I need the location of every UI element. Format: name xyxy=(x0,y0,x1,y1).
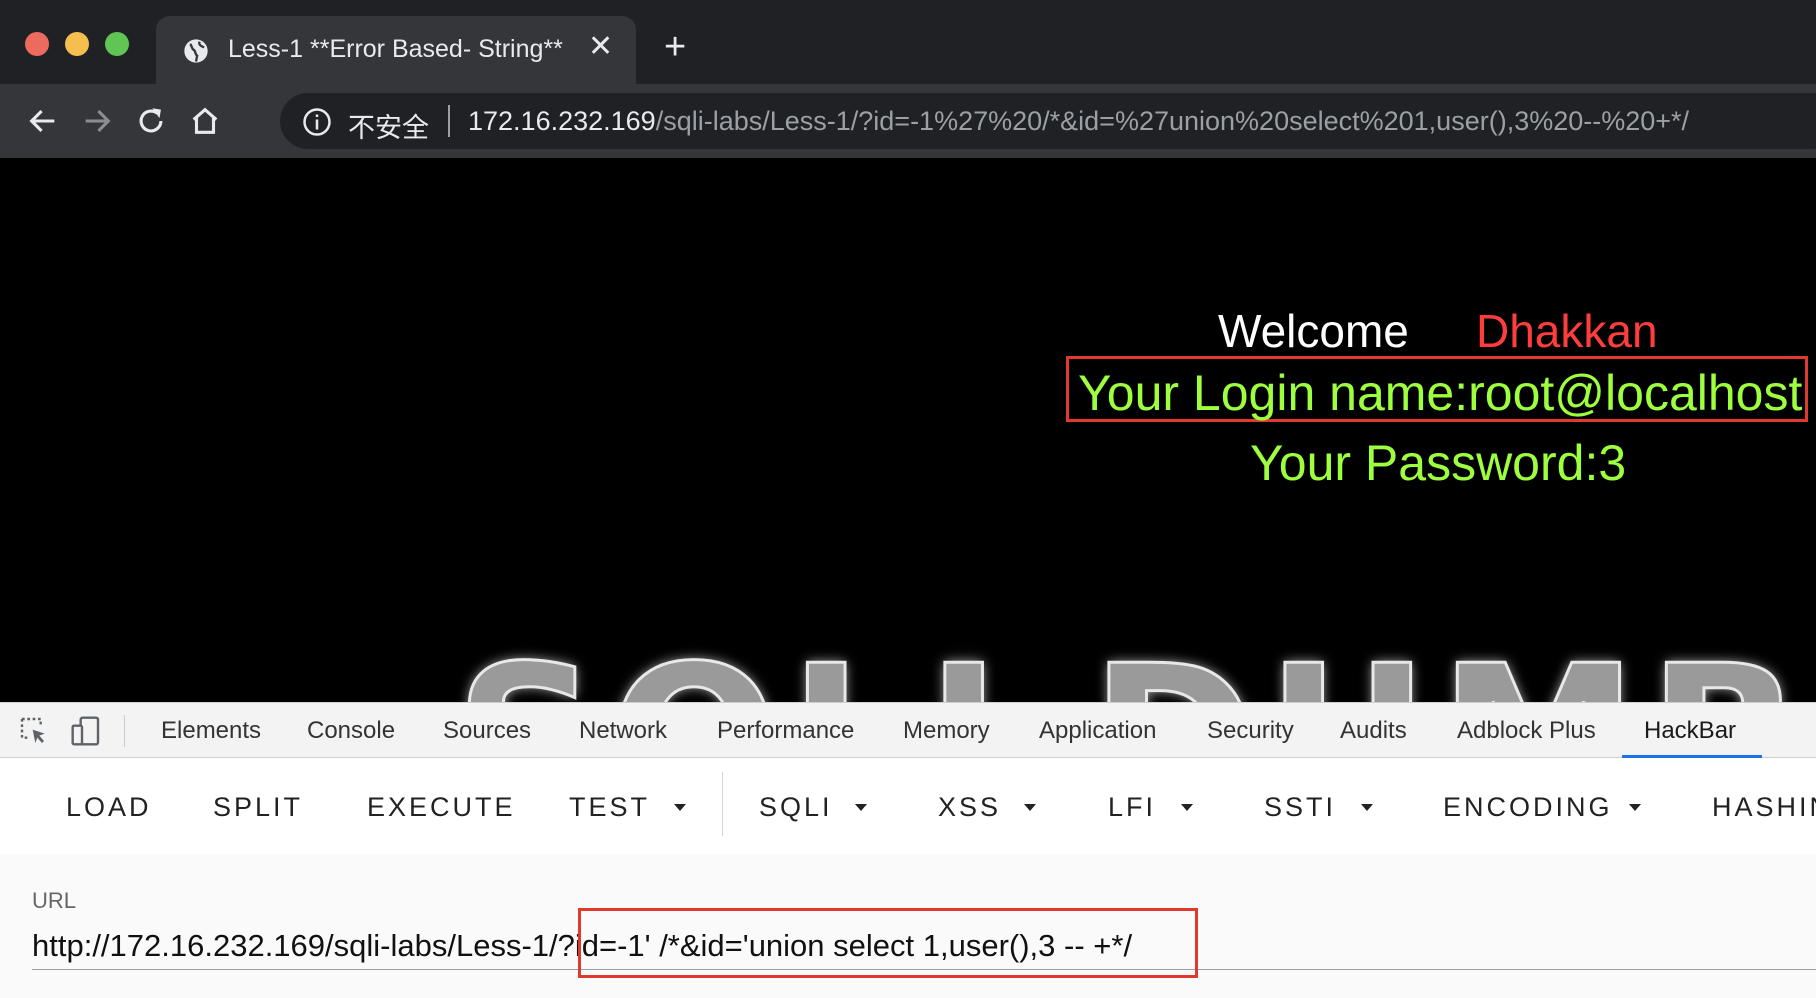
tab-title: Less-1 **Error Based- String** xyxy=(228,35,563,63)
tab-network[interactable]: Network xyxy=(579,717,667,745)
execute-button[interactable]: EXECUTE xyxy=(367,792,516,823)
test-dropdown-icon[interactable] xyxy=(674,804,686,811)
devtools-tabbar: Elements Console Sources Network Perform… xyxy=(0,702,1816,758)
load-button[interactable]: LOAD xyxy=(66,792,152,823)
banner-logo: SQLI DUMB SE xyxy=(454,622,1816,703)
close-tab-icon[interactable]: ✕ xyxy=(588,32,613,62)
forward-icon[interactable] xyxy=(80,104,114,138)
url-path: /sqli-labs/Less-1/?id=-1%27%20/*&id=%27u… xyxy=(655,106,1690,136)
tab-hackbar[interactable]: HackBar xyxy=(1644,717,1736,745)
tab-strip: Less-1 **Error Based- String** ✕ + xyxy=(0,0,1816,84)
tab-performance[interactable]: Performance xyxy=(717,717,854,745)
omnibox-divider xyxy=(448,105,450,137)
tab-application[interactable]: Application xyxy=(1039,717,1156,745)
home-icon[interactable] xyxy=(188,104,222,138)
welcome-name: Dhakkan xyxy=(1476,305,1658,357)
ssti-dropdown-icon[interactable] xyxy=(1361,804,1373,811)
encoding-button[interactable]: ENCODING xyxy=(1443,792,1613,823)
browser-toolbar: 不安全 172.16.232.169/sqli-labs/Less-1/?id=… xyxy=(0,84,1816,158)
tab-console[interactable]: Console xyxy=(307,717,395,745)
hashing-button[interactable]: HASHIN xyxy=(1712,792,1816,823)
hackbar-toolbar: LOAD SPLIT EXECUTE TEST SQLI XSS LFI SST… xyxy=(0,758,1816,854)
sqli-button[interactable]: SQLI xyxy=(759,792,833,823)
minimize-window-button[interactable] xyxy=(65,32,89,56)
info-icon[interactable] xyxy=(302,107,332,137)
hackbar-url-panel: URL http://172.16.232.169/sqli-labs/Less… xyxy=(0,854,1816,998)
new-tab-icon[interactable]: + xyxy=(664,28,686,66)
globe-icon xyxy=(184,39,208,63)
tab-elements[interactable]: Elements xyxy=(161,717,261,745)
welcome-text: Welcome xyxy=(1218,305,1409,357)
close-window-button[interactable] xyxy=(25,32,49,56)
address-bar[interactable]: 不安全 172.16.232.169/sqli-labs/Less-1/?id=… xyxy=(280,93,1816,149)
test-button[interactable]: TEST xyxy=(569,792,650,823)
device-toolbar-icon[interactable] xyxy=(70,715,102,747)
not-secure-label: 不安全 xyxy=(348,113,429,143)
page-content: Welcome Dhakkan Your Login name:root@loc… xyxy=(0,158,1816,702)
hackbar-divider xyxy=(722,772,723,836)
zoom-window-button[interactable] xyxy=(105,32,129,56)
login-name-text: Your Login name:root@localhost xyxy=(1078,365,1803,421)
url-host: 172.16.232.169 xyxy=(468,106,656,136)
browser-tab[interactable]: Less-1 **Error Based- String** ✕ xyxy=(156,16,636,84)
address-url[interactable]: 172.16.232.169/sqli-labs/Less-1/?id=-1%2… xyxy=(468,106,1689,137)
devtools-separator xyxy=(124,715,125,747)
back-icon[interactable] xyxy=(26,104,60,138)
encoding-dropdown-icon[interactable] xyxy=(1629,804,1641,811)
payload-highlight-box xyxy=(578,908,1198,978)
xss-button[interactable]: XSS xyxy=(938,792,1001,823)
inspect-element-icon[interactable] xyxy=(18,715,50,747)
tab-sources[interactable]: Sources xyxy=(443,717,531,745)
tab-memory[interactable]: Memory xyxy=(903,717,990,745)
tab-audits[interactable]: Audits xyxy=(1340,717,1407,745)
lfi-button[interactable]: LFI xyxy=(1108,792,1156,823)
xss-dropdown-icon[interactable] xyxy=(1024,804,1036,811)
ssti-button[interactable]: SSTI xyxy=(1264,792,1336,823)
lfi-dropdown-icon[interactable] xyxy=(1181,804,1193,811)
reload-icon[interactable] xyxy=(134,104,168,138)
url-label: URL xyxy=(32,888,77,913)
tab-security[interactable]: Security xyxy=(1207,717,1294,745)
password-text: Your Password:3 xyxy=(1250,435,1627,491)
sqli-dropdown-icon[interactable] xyxy=(855,804,867,811)
split-button[interactable]: SPLIT xyxy=(213,792,303,823)
tab-adblock-plus[interactable]: Adblock Plus xyxy=(1457,717,1596,745)
